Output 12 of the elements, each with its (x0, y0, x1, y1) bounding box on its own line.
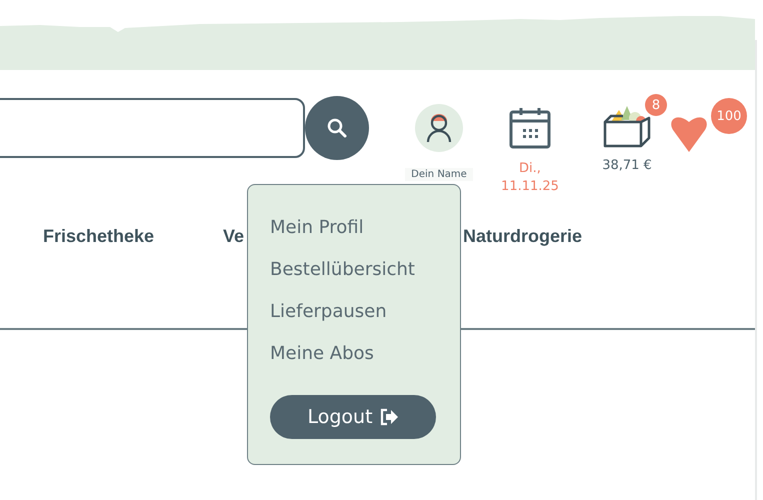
menu-item[interactable]: Meine Abos (270, 341, 374, 367)
user-name: Dein Name (405, 168, 473, 181)
nav-link[interactable]: Naturdrogerie (463, 226, 763, 330)
menu-item[interactable]: Lieferpausen (270, 299, 387, 325)
logout-button[interactable]: Logout (270, 395, 436, 439)
menu-item[interactable]: Mein Profil (270, 215, 364, 241)
favorites-count-badge: 100 (711, 98, 747, 134)
nav-link[interactable]: Frischetheke (43, 226, 223, 330)
menu-item[interactable]: Bestellübersicht (270, 257, 415, 283)
delivery-date: Di., 11.11.25 (500, 160, 560, 196)
cart-count-badge: 8 (645, 94, 667, 116)
cart-total: 38,71 € (602, 158, 652, 173)
